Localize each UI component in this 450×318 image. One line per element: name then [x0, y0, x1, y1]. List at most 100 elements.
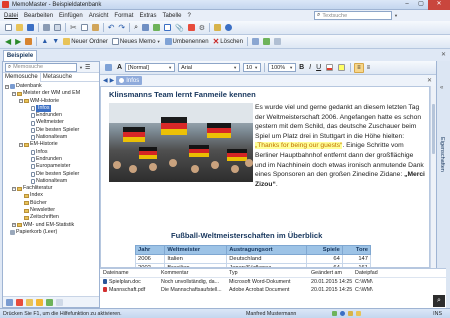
tree-item[interactable]: Die besten Spieler — [5, 127, 97, 134]
table-button[interactable] — [162, 23, 173, 33]
size-select[interactable]: 10 ▼ — [243, 63, 262, 72]
print-button[interactable] — [41, 23, 52, 33]
contacts-icon[interactable] — [46, 298, 53, 306]
preview-button[interactable] — [52, 23, 63, 33]
attach-corner-icon[interactable]: ⌕ — [433, 295, 445, 307]
menu-help[interactable]: ? — [187, 13, 190, 19]
breadcrumb-tab[interactable]: Infos — [116, 76, 143, 85]
collapse-node-icon[interactable]: − — [12, 91, 16, 96]
sort-button[interactable] — [261, 37, 272, 47]
paste-button[interactable] — [90, 23, 101, 33]
align-center-button[interactable]: ≡ — [365, 63, 373, 73]
up-button[interactable]: ▲ — [39, 37, 50, 47]
cut-button[interactable]: ✂ — [68, 23, 79, 33]
image-button[interactable] — [151, 23, 162, 33]
link-button[interactable] — [140, 23, 151, 33]
tree-item[interactable]: − Datenbank — [5, 83, 97, 90]
tree-item[interactable]: Bücher — [5, 200, 97, 207]
highlight-button[interactable] — [336, 63, 347, 73]
pin-icon[interactable]: « — [440, 85, 443, 91]
rename-button[interactable]: Umbenennen — [163, 37, 211, 47]
close-button[interactable]: ✕ — [428, 0, 450, 10]
back-button[interactable]: ◀ — [3, 37, 13, 47]
zoom-select[interactable]: 100% ▼ — [268, 63, 297, 72]
tag-icon[interactable] — [26, 298, 33, 306]
attachment-column-header[interactable]: Geändert am — [308, 270, 352, 276]
tree-item[interactable]: Nationalteam — [5, 134, 97, 141]
star-icon[interactable] — [36, 298, 43, 306]
tree-item[interactable]: Newsletter — [5, 207, 97, 214]
tree-view-icon[interactable] — [6, 298, 13, 306]
font-select[interactable]: Arial ▼ — [178, 63, 241, 72]
underline-button[interactable]: U — [314, 63, 323, 73]
tab-metasuche[interactable]: Metasuche — [41, 73, 74, 82]
tree-item[interactable]: − EM-Historie — [5, 141, 97, 148]
save-button[interactable] — [25, 23, 36, 33]
attachment-row[interactable]: Spielplan.doc Noch unvollständig, da... Mi… — [100, 278, 446, 286]
calendar-icon[interactable] — [16, 298, 23, 306]
scroll-thumb[interactable] — [432, 104, 435, 154]
style-paint-button[interactable] — [103, 63, 114, 73]
properties-label[interactable]: Eigenschaften — [439, 137, 445, 172]
nav-forward-icon[interactable]: ▶ — [110, 77, 115, 84]
open-button[interactable] — [14, 23, 25, 33]
collapse-node-icon[interactable]: − — [5, 84, 9, 89]
tree-item[interactable]: Nationalteam — [5, 178, 97, 185]
menu-datei[interactable]: Datei — [4, 13, 18, 19]
search-input[interactable]: ⌕ Textsuche — [314, 11, 393, 20]
attachment-column-header[interactable]: Dateiname — [100, 270, 158, 276]
settings-button[interactable]: ⚙ — [197, 23, 207, 33]
close-tab-button[interactable]: ✕ — [441, 51, 446, 58]
align-left-button[interactable]: ≡ — [354, 62, 364, 73]
attachment-column-header[interactable]: Dateipfad — [352, 270, 392, 276]
home-button[interactable] — [23, 37, 34, 47]
maximize-button[interactable]: ▢ — [414, 0, 428, 10]
style-select[interactable]: [Normal] ▼ — [125, 63, 176, 72]
search-dropdown-icon[interactable]: ▼ — [394, 13, 398, 18]
menu-ansicht[interactable]: Ansicht — [89, 13, 109, 19]
menu-tabelle[interactable]: Tabelle — [162, 13, 181, 19]
properties-button[interactable] — [250, 37, 261, 47]
tree-item[interactable]: − Meister der WM und EM — [5, 90, 97, 97]
menu-extras[interactable]: Extras — [139, 13, 156, 19]
tree-item[interactable]: Infos — [5, 149, 97, 156]
memo-search-input[interactable]: ⌕ Memosuche — [5, 62, 77, 72]
tab-beispiele[interactable]: Beispiele — [3, 50, 37, 61]
notes-icon[interactable] — [56, 298, 63, 306]
copy-button[interactable] — [79, 23, 90, 33]
font-color-button[interactable] — [324, 63, 335, 73]
find-button[interactable]: ⌕ — [132, 23, 140, 33]
attachment-row[interactable]: Mannschaft.pdf Die Mannschaftsaufstell...… — [100, 286, 446, 294]
tree-item[interactable]: − Fachliteratur — [5, 185, 97, 192]
tree-item[interactable]: Weltmeister — [5, 119, 97, 126]
new-folder-button[interactable]: Neuer Ordner — [61, 37, 110, 47]
text-style-button[interactable]: A — [115, 63, 124, 73]
sidebar-list-icon[interactable]: ☰ — [85, 64, 90, 71]
minimize-button[interactable]: – — [400, 0, 414, 10]
expand-node-icon[interactable]: + — [12, 223, 16, 228]
collapse-node-icon[interactable]: − — [12, 186, 16, 191]
bold-button[interactable]: B — [297, 63, 306, 73]
italic-button[interactable]: I — [307, 63, 313, 73]
tree-item[interactable]: Europameister — [5, 163, 97, 170]
tree-item[interactable]: Papierkorb (Leer) — [5, 229, 97, 236]
menu-format[interactable]: Format — [114, 13, 133, 19]
collapse-node-icon[interactable]: − — [19, 99, 23, 104]
tree-item[interactable]: Index — [5, 192, 97, 199]
nav-back-icon[interactable]: ◀ — [103, 77, 108, 84]
help-button[interactable] — [223, 23, 234, 33]
new-memo-button[interactable]: Neues Memo ▼ — [110, 37, 163, 47]
collapse-node-icon[interactable]: − — [19, 143, 23, 148]
memo-editor[interactable]: Klinsmanns Team lernt Fanmeile kennen Es… — [100, 86, 430, 268]
new-db-button[interactable] — [3, 23, 14, 33]
close-memo-icon[interactable]: ✕ — [427, 77, 432, 84]
tab-memosuche[interactable]: Memosuche — [3, 72, 41, 82]
redo-button[interactable]: ↷ — [116, 23, 127, 33]
forward-button[interactable]: ▶ — [13, 37, 23, 47]
delete-button[interactable]: ✕ Löschen — [211, 37, 245, 47]
tree-item[interactable]: Infos — [5, 104, 97, 113]
attachment-column-header[interactable]: Typ — [226, 270, 308, 276]
calendar-button[interactable] — [186, 23, 197, 33]
tree-item[interactable]: + WM- und EM-Statistik — [5, 222, 97, 229]
menu-bearbeiten[interactable]: Bearbeiten — [24, 13, 53, 19]
